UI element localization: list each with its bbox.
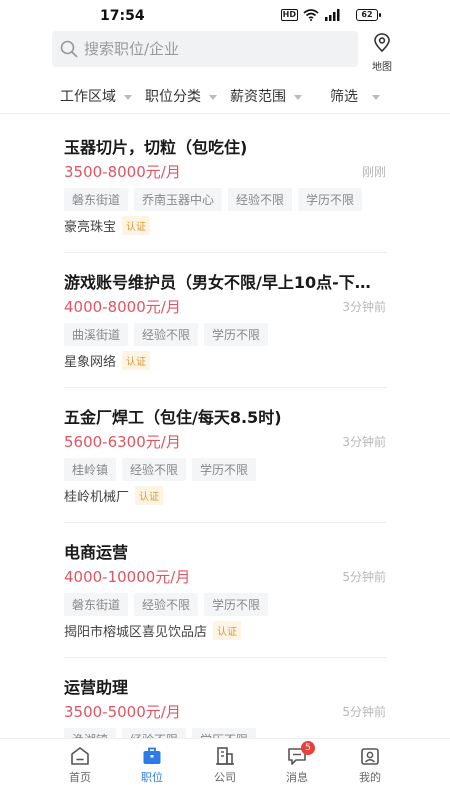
status-time: 17:54 [100, 8, 145, 24]
unread-badge: 5 [301, 741, 315, 755]
job-company: 揭阳市榕城区喜见饮品店 认证 [64, 621, 242, 640]
job-card[interactable]: 五金厂焊工（包住/每天8.5时) 5600-6300元/月 3分钟前 桂岭镇 经… [0, 388, 450, 523]
job-title: 五金厂焊工（包住/每天8.5时) [64, 408, 282, 427]
bottom-tab-bar: 首页 职位 公司 5 消息 我的 [0, 738, 450, 800]
job-tag: 学历不限 [204, 593, 269, 616]
job-tags: 磐东街道 经验不限 学历不限 [64, 593, 269, 616]
job-tag: 桂岭镇 [64, 458, 117, 481]
status-icons: HD [280, 9, 340, 21]
job-tag: 磐东街道 [64, 593, 129, 616]
job-tag: 学历不限 [298, 188, 363, 211]
job-title: 电商运营 [64, 543, 129, 562]
filter-bar: 工作区域 职位分类 薪资范围 筛选 [0, 78, 450, 114]
job-company: 星象网络 认证 [64, 351, 151, 370]
job-tag: 经验不限 [122, 728, 187, 738]
search-input[interactable] [84, 40, 344, 58]
company-name: 桂岭机械厂 [64, 490, 130, 505]
job-salary: 5600-6300元/月 [64, 433, 181, 451]
battery-indicator: 62 [356, 9, 381, 21]
caret-down-icon [124, 94, 132, 100]
battery-icon: 62 [356, 9, 381, 21]
job-tag: 经验不限 [122, 458, 187, 481]
tab-label: 我的 [359, 771, 381, 784]
job-tag: 经验不限 [134, 323, 199, 346]
job-tag: 学历不限 [192, 458, 257, 481]
job-salary: 4000-8000元/月 [64, 298, 181, 316]
job-tag: 学历不限 [204, 323, 269, 346]
job-tags: 磐东街道 乔南玉器中心 经验不限 学历不限 [64, 188, 363, 211]
company-name: 星象网络 [64, 355, 117, 370]
tab-label: 消息 [286, 771, 308, 784]
job-salary: 3500-5000元/月 [64, 703, 181, 721]
job-list: 玉器切片，切粒（包吃住) 3500-8000元/月 刚刚 磐东街道 乔南玉器中心… [0, 118, 450, 738]
company-name: 揭阳市榕城区喜见饮品店 [64, 625, 208, 640]
building-icon [216, 747, 234, 765]
job-tag: 渔湖镇 [64, 728, 117, 738]
wifi-icon [303, 9, 319, 21]
caret-down-icon [372, 94, 380, 100]
filter-salary-range[interactable]: 薪资范围 [230, 86, 302, 106]
filter-more[interactable]: 筛选 [330, 86, 380, 106]
tab-label: 职位 [141, 771, 163, 784]
job-tag: 乔南玉器中心 [134, 188, 223, 211]
map-label: 地图 [372, 62, 392, 73]
job-tags: 桂岭镇 经验不限 学历不限 [64, 458, 257, 481]
tab-jobs[interactable]: 职位 [128, 745, 176, 785]
job-company: 桂岭机械厂 认证 [64, 486, 164, 505]
verified-badge: 认证 [122, 216, 151, 235]
filter-label: 薪资范围 [230, 89, 286, 105]
briefcase-icon [143, 747, 161, 764]
job-tag: 曲溪街道 [64, 323, 129, 346]
job-post-time: 5分钟前 [342, 705, 386, 719]
filter-work-area[interactable]: 工作区域 [60, 86, 132, 106]
verified-badge: 认证 [213, 621, 242, 640]
tab-profile[interactable]: 我的 [346, 745, 394, 785]
caret-down-icon [294, 94, 302, 100]
tab-messages[interactable]: 5 消息 [273, 741, 321, 785]
company-name: 豪亮珠宝 [64, 220, 117, 235]
job-title: 游戏账号维护员（男女不限/早上10点-下午7点） [64, 273, 386, 292]
job-salary: 4000-10000元/月 [64, 568, 191, 586]
filter-label: 工作区域 [60, 89, 116, 105]
status-bar: 17:54 HD 62 [0, 0, 450, 32]
filter-label: 筛选 [330, 89, 358, 105]
caret-down-icon [209, 94, 217, 100]
job-tags: 渔湖镇 经验不限 学历不限 [64, 728, 257, 738]
job-post-time: 3分钟前 [342, 435, 386, 449]
verified-badge: 认证 [135, 486, 164, 505]
job-tag: 磐东街道 [64, 188, 129, 211]
job-tags: 曲溪街道 经验不限 学历不限 [64, 323, 269, 346]
tab-company[interactable]: 公司 [201, 745, 249, 785]
home-icon [71, 747, 89, 765]
profile-icon [361, 748, 379, 765]
job-card[interactable]: 游戏账号维护员（男女不限/早上10点-下午7点） 4000-8000元/月 3分… [0, 253, 450, 388]
job-tag: 经验不限 [134, 593, 199, 616]
search-row: 地图 [0, 31, 450, 73]
job-post-time: 5分钟前 [342, 570, 386, 584]
filter-job-category[interactable]: 职位分类 [145, 86, 217, 106]
search-icon [60, 40, 78, 58]
tab-label: 首页 [69, 771, 91, 784]
tab-home[interactable]: 首页 [56, 745, 104, 785]
job-salary: 3500-8000元/月 [64, 163, 181, 181]
job-tag: 经验不限 [228, 188, 293, 211]
verified-badge: 认证 [122, 351, 151, 370]
map-pin-icon [374, 33, 390, 53]
job-card[interactable]: 玉器切片，切粒（包吃住) 3500-8000元/月 刚刚 磐东街道 乔南玉器中心… [0, 118, 450, 253]
job-card[interactable]: 电商运营 4000-10000元/月 5分钟前 磐东街道 经验不限 学历不限 揭… [0, 523, 450, 658]
job-title: 玉器切片，切粒（包吃住) [64, 138, 248, 157]
signal-icon [325, 9, 340, 21]
job-title: 运营助理 [64, 678, 129, 697]
tab-label: 公司 [214, 771, 236, 784]
job-tag: 学历不限 [192, 728, 257, 738]
map-button[interactable]: 地图 [368, 33, 396, 73]
job-card[interactable]: 运营助理 3500-5000元/月 5分钟前 渔湖镇 经验不限 学历不限 [0, 658, 450, 738]
job-post-time: 3分钟前 [342, 300, 386, 314]
job-company: 豪亮珠宝 认证 [64, 216, 151, 235]
search-box[interactable] [52, 31, 358, 67]
hd-badge: HD [280, 9, 298, 21]
job-post-time: 刚刚 [361, 165, 386, 179]
filter-label: 职位分类 [145, 89, 201, 105]
